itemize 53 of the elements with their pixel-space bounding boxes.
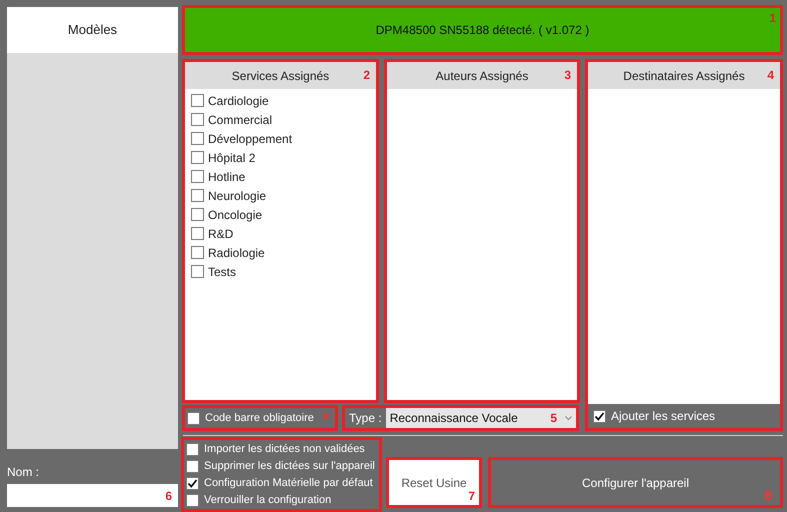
checkbox[interactable] — [186, 460, 199, 472]
annotation-number: * — [322, 412, 330, 428]
checkbox[interactable] — [593, 410, 606, 422]
name-label: Nom : — [7, 464, 40, 481]
service-label: Hôpital 2 — [208, 150, 256, 166]
service-label: R&D — [208, 226, 234, 242]
service-label: Neurologie — [208, 188, 266, 204]
annotation-number: 4 — [767, 69, 774, 81]
checkmark-icon — [187, 478, 198, 488]
name-field[interactable]: 6 — [7, 484, 178, 507]
annotation-number: 5 — [550, 412, 557, 424]
annotation-number: 8 — [764, 488, 772, 502]
checkbox[interactable] — [186, 494, 199, 506]
annotation-number: 6 — [165, 490, 172, 502]
option-label: Configuration Matérielle par défaut — [204, 476, 373, 491]
service-label: Oncologie — [208, 206, 262, 224]
option-label: Code barre obligatoire — [205, 410, 314, 426]
barcode-option[interactable]: Code barre obligatoire * — [182, 405, 338, 431]
option-label: Importer les dictées non validées — [204, 442, 365, 457]
option-label: Verrouiller la configuration — [204, 492, 332, 508]
checkbox[interactable] — [186, 476, 199, 490]
checkbox[interactable] — [191, 189, 204, 202]
service-label: Développement — [208, 130, 292, 148]
chevron-down-icon — [565, 416, 572, 420]
checkbox[interactable] — [186, 442, 199, 456]
checkbox[interactable] — [191, 227, 204, 240]
service-label: Tests — [208, 264, 236, 280]
option-label: Ajouter les services — [611, 408, 716, 425]
service-label: Commercial — [208, 112, 272, 128]
checkbox[interactable] — [191, 170, 204, 183]
service-label: Hotline — [208, 168, 246, 186]
service-label: Radiologie — [208, 244, 265, 262]
checkbox[interactable] — [191, 94, 204, 107]
checkmark-icon — [594, 410, 605, 422]
annotation-number: 7 — [468, 490, 475, 502]
type-label: Type : — [348, 410, 383, 427]
type-dropdown[interactable]: Reconnaissance Vocale 5 — [386, 408, 576, 428]
checkbox[interactable] — [191, 208, 204, 221]
checkbox[interactable] — [191, 265, 204, 278]
configure-button[interactable]: Configurer l'appareil 8 — [488, 457, 783, 508]
checkbox[interactable] — [191, 246, 204, 259]
status-text: DPM48500 SN55188 détecté. ( v1.072 ) — [376, 22, 590, 39]
option-label: Supprimer les dictées sur l'appareil — [204, 458, 375, 474]
annotation-number: 3 — [564, 69, 571, 81]
service-label: Cardiologie — [208, 92, 269, 110]
models-header: Modèles — [7, 7, 178, 53]
checkbox[interactable] — [187, 412, 200, 424]
annotation-number: 2 — [363, 69, 370, 81]
reset-button[interactable]: Reset Usine 7 — [386, 457, 482, 508]
checkbox[interactable] — [191, 132, 204, 145]
checkbox[interactable] — [191, 151, 204, 164]
checkbox[interactable] — [191, 113, 204, 126]
annotation-number: 1 — [769, 12, 776, 24]
